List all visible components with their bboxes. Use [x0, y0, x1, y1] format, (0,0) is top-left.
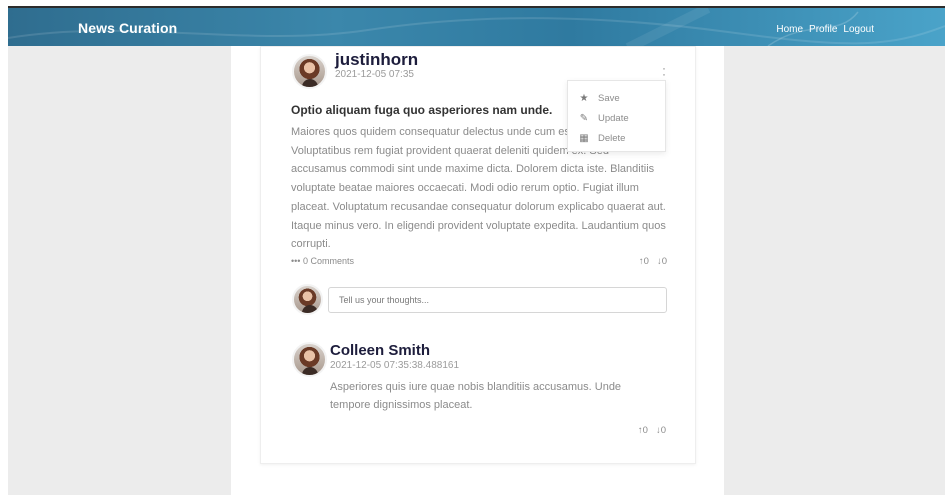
post-card: justinhorn 2021-12-05 07:35 ··· Optio al…: [260, 46, 696, 464]
menu-item-delete[interactable]: ▦ Delete: [568, 128, 665, 148]
menu-item-save-label: Save: [598, 92, 620, 104]
nav-link-logout[interactable]: Logout: [843, 24, 874, 35]
post-author[interactable]: justinhorn: [335, 50, 418, 70]
ellipsis-icon: •••: [291, 256, 301, 266]
menu-item-delete-label: Delete: [598, 132, 626, 144]
upvote-count: 0: [643, 256, 649, 267]
comment-body: Asperiores quis iure quae nobis blanditi…: [330, 381, 622, 411]
post-options-menu: ★ Save ✎ Update ▦ Delete: [567, 80, 666, 152]
comment-input[interactable]: [328, 287, 667, 313]
nav-links: Home Profile Logout: [776, 24, 874, 35]
comment-upvote-count: 0: [642, 425, 648, 436]
edit-icon: ✎: [579, 112, 589, 124]
comments-count: 0 Comments: [302, 256, 354, 266]
post-meta-row: ••• 0 Comments ↑0 ↓0: [291, 256, 667, 268]
commenter-avatar: [292, 342, 327, 377]
comment-upvote-button[interactable]: ↑0: [638, 425, 648, 436]
brand-title[interactable]: News Curation: [78, 20, 177, 36]
comment-downvote-button[interactable]: ↓0: [656, 425, 666, 436]
comments-toggle[interactable]: ••• 0 Comments: [291, 256, 354, 266]
comment-timestamp: 2021-12-05 07:35:38.488161: [330, 360, 460, 371]
upvote-button[interactable]: ↑0: [639, 256, 649, 267]
post-timestamp: 2021-12-05 07:35: [335, 69, 414, 80]
navbar: News Curation Home Profile Logout: [8, 6, 945, 48]
comment-author[interactable]: Colleen Smith: [330, 342, 430, 359]
trash-icon: ▦: [579, 132, 589, 144]
post-title: Optio aliquam fuga quo asperiores nam un…: [291, 103, 553, 117]
nav-link-profile[interactable]: Profile: [809, 24, 837, 35]
comment-downvote-count: 0: [660, 425, 666, 436]
nav-link-home[interactable]: Home: [776, 24, 803, 35]
downvote-count: 0: [661, 256, 667, 267]
comment-votes: ↑0 ↓0: [638, 425, 666, 436]
star-icon: ★: [579, 92, 589, 104]
current-user-avatar: [292, 284, 323, 315]
menu-item-update-label: Update: [598, 112, 629, 124]
post-votes: ↑0 ↓0: [639, 256, 667, 267]
downvote-button[interactable]: ↓0: [657, 256, 667, 267]
menu-item-update[interactable]: ✎ Update: [568, 108, 665, 128]
menu-item-save[interactable]: ★ Save: [568, 88, 665, 108]
app-frame: News Curation Home Profile Logout justin…: [8, 6, 945, 495]
author-avatar: [292, 54, 327, 89]
